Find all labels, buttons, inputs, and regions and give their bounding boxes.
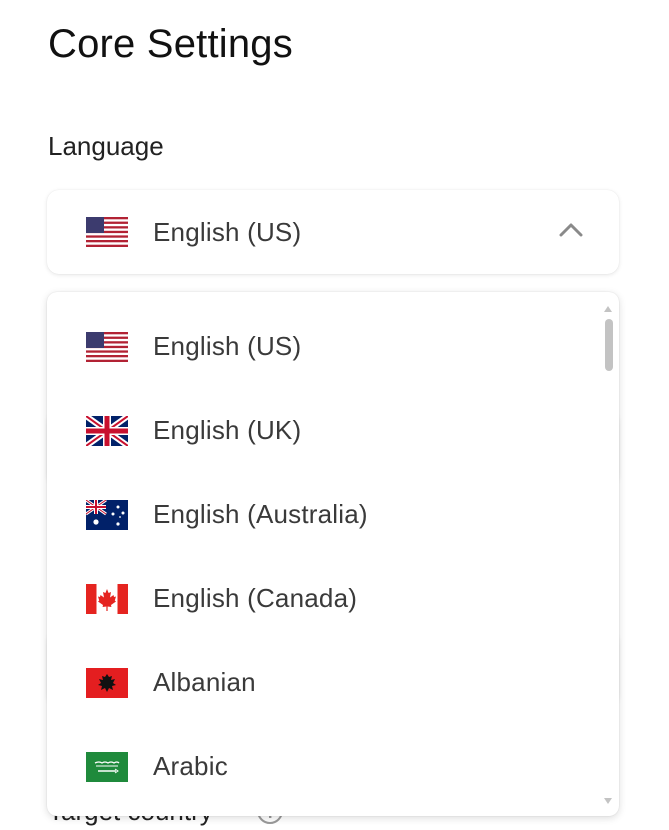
us-flag-icon	[86, 217, 128, 252]
language-label: Language	[48, 131, 164, 161]
option-label: English (UK)	[153, 415, 302, 445]
albania-flag-icon	[86, 668, 128, 703]
saudi-arabia-flag-icon	[86, 752, 128, 787]
canada-flag-icon	[86, 584, 128, 619]
option-label: Arabic	[153, 751, 228, 781]
australia-flag-icon	[85, 498, 128, 535]
scroll-down-arrow-icon[interactable]	[603, 792, 613, 810]
option-label: English (Australia)	[153, 499, 368, 529]
us-flag-icon	[86, 332, 128, 367]
option-english-canada[interactable]: English (Canada)	[47, 562, 597, 646]
option-label: English (US)	[153, 331, 302, 361]
uk-flag-icon	[84, 413, 130, 451]
chevron-up-icon[interactable]	[559, 222, 583, 243]
option-english-us[interactable]: English (US)	[47, 310, 597, 394]
option-arabic[interactable]: Arabic	[47, 730, 597, 814]
option-albanian[interactable]: Albanian	[47, 646, 597, 730]
scrollbar-thumb[interactable]	[605, 319, 613, 371]
language-dropdown-list[interactable]: English (US) English (UK) English (Austr…	[47, 292, 619, 816]
option-english-australia[interactable]: English (Australia)	[47, 478, 597, 562]
scroll-up-arrow-icon[interactable]	[603, 300, 613, 318]
language-select[interactable]: English (US)	[47, 190, 619, 274]
option-label: English (Canada)	[153, 583, 358, 613]
option-label: Albanian	[153, 667, 256, 697]
option-english-uk[interactable]: English (UK)	[47, 394, 597, 478]
page-title: Core Settings	[48, 22, 293, 66]
selected-language: English (US)	[153, 217, 302, 247]
